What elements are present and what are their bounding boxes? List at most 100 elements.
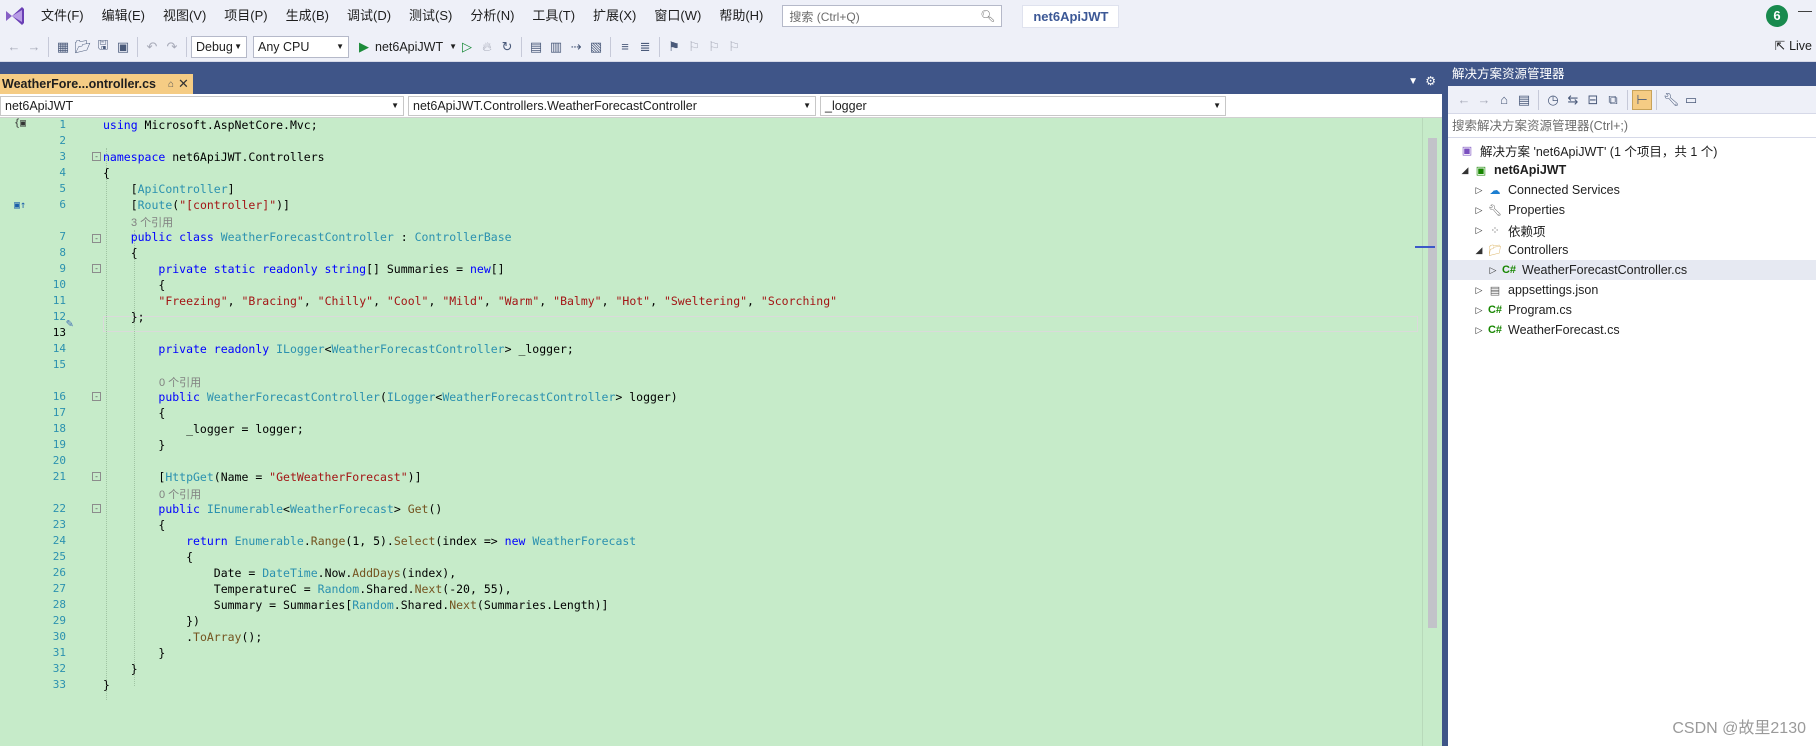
- menu-file[interactable]: 文件(F): [32, 0, 93, 32]
- tree-item-connected-services[interactable]: ▷ ☁ Connected Services: [1448, 180, 1816, 200]
- preview-icon[interactable]: ▭: [1681, 90, 1701, 110]
- undo-icon[interactable]: ↶: [142, 37, 162, 57]
- configuration-select[interactable]: Debug ▼: [191, 35, 247, 58]
- sync-with-active-document-icon[interactable]: ⇆: [1563, 90, 1583, 110]
- quick-actions-icon[interactable]: ✎: [66, 316, 73, 330]
- expanded-icon[interactable]: ◢: [1458, 165, 1472, 176]
- tree-item-program[interactable]: ▷ C# Program.cs: [1448, 300, 1816, 320]
- global-search-input[interactable]: 搜索 (Ctrl+Q) 🔍︎: [782, 5, 1003, 27]
- editor-vertical-scrollbar[interactable]: [1415, 118, 1442, 746]
- member-dropdown[interactable]: _logger ▼: [820, 95, 1226, 116]
- collapse-toggle[interactable]: -: [92, 472, 101, 481]
- menu-view[interactable]: 视图(V): [154, 0, 215, 32]
- tree-view-icon[interactable]: ⊢: [1632, 89, 1652, 110]
- menu-debug[interactable]: 调试(D): [338, 0, 400, 32]
- menu-project[interactable]: 项目(P): [215, 0, 276, 32]
- refresh-icon[interactable]: ↻: [497, 37, 517, 57]
- next-bookmark-icon[interactable]: ⚐: [704, 37, 724, 57]
- layout-icon[interactable]: ▥: [546, 37, 566, 57]
- codelens-reference-count[interactable]: 0 个引用: [159, 486, 201, 502]
- collapse-toggle[interactable]: -: [92, 234, 101, 243]
- close-icon[interactable]: ✕: [178, 76, 189, 92]
- start-debugging-button[interactable]: ▶ net6ApiJWT ▼: [359, 39, 457, 55]
- chevron-right-icon[interactable]: ▷: [1472, 205, 1486, 216]
- gear-icon[interactable]: ⚙: [1425, 74, 1436, 88]
- minimize-button[interactable]: —: [1798, 2, 1812, 18]
- save-all-icon[interactable]: ▣: [113, 37, 133, 57]
- live-share-button[interactable]: ⇱ Live: [1775, 38, 1812, 54]
- notification-badge[interactable]: 6: [1766, 5, 1788, 27]
- menu-extensions[interactable]: 扩展(X): [584, 0, 645, 32]
- tree-item-properties[interactable]: ▷ 🔧︎ Properties: [1448, 200, 1816, 220]
- collapse-toggle[interactable]: -: [92, 264, 101, 273]
- forward-icon[interactable]: →: [1474, 90, 1494, 110]
- step-icon[interactable]: ⇢: [566, 37, 586, 57]
- redo-icon[interactable]: ↷: [162, 37, 182, 57]
- show-all-files-icon[interactable]: ⧉: [1603, 90, 1623, 110]
- menu-edit[interactable]: 编辑(E): [93, 0, 154, 32]
- open-folder-icon[interactable]: 📂︎: [73, 37, 93, 57]
- code-editor[interactable]: {▣ ▣↑ ✎ - - - - - - 1 2 3 4 5 6 7 8 9 10…: [0, 118, 1422, 746]
- new-project-icon[interactable]: ▦: [53, 37, 73, 57]
- toolbar-divider: [186, 36, 187, 57]
- chevron-right-icon[interactable]: ▷: [1486, 265, 1500, 276]
- menu-bar: 文件(F) 编辑(E) 视图(V) 项目(P) 生成(B) 调试(D) 测试(S…: [0, 0, 1816, 32]
- tree-item-project[interactable]: ◢ ▣ net6ApiJWT: [1448, 160, 1816, 180]
- switch-views-icon[interactable]: ▤: [1514, 90, 1534, 110]
- chevron-right-icon[interactable]: ▷: [1472, 285, 1486, 296]
- codelens-reference-count[interactable]: 0 个引用: [159, 374, 201, 390]
- menu-analyze[interactable]: 分析(N): [461, 0, 523, 32]
- tab-weatherforecastcontroller[interactable]: WeatherFore...ontroller.cs ⌂ ✕: [0, 74, 193, 94]
- bookmark-icon[interactable]: ⚑: [664, 37, 684, 57]
- pin-icon[interactable]: ⌂: [168, 79, 174, 90]
- pending-changes-filter-icon[interactable]: ◷: [1543, 90, 1563, 110]
- previous-bookmark-icon[interactable]: ⚐: [684, 37, 704, 57]
- find-icon[interactable]: ▧: [586, 37, 606, 57]
- menu-tools[interactable]: 工具(T): [523, 0, 584, 32]
- tree-item-weatherforecastcontroller[interactable]: ▷ C# WeatherForecastController.cs: [1448, 260, 1816, 280]
- collapse-toggle[interactable]: -: [92, 504, 101, 513]
- save-icon[interactable]: 🖫: [93, 37, 113, 57]
- platform-select[interactable]: Any CPU ▼: [253, 35, 349, 58]
- collapse-all-icon[interactable]: ⊟: [1583, 90, 1603, 110]
- hot-reload-icon[interactable]: 🔥︎: [477, 37, 497, 57]
- properties-wrench-icon[interactable]: 🔧︎: [1661, 90, 1681, 110]
- menu-build[interactable]: 生成(B): [277, 0, 338, 32]
- navigate-back-icon[interactable]: ←: [4, 37, 24, 57]
- solution-icon: ▣: [1461, 144, 1473, 157]
- tree-item-controllers[interactable]: ◢ 📁︎ Controllers: [1448, 240, 1816, 260]
- project-dropdown-value: net6ApiJWT: [5, 98, 74, 113]
- uncomment-icon[interactable]: ≣: [635, 37, 655, 57]
- menu-test[interactable]: 测试(S): [400, 0, 461, 32]
- menu-help[interactable]: 帮助(H): [710, 0, 772, 32]
- chevron-down-icon[interactable]: ▼: [1408, 76, 1418, 87]
- collapse-toggle[interactable]: -: [92, 152, 101, 161]
- codelens-reference-count[interactable]: 3 个引用: [131, 214, 173, 230]
- project-dropdown[interactable]: net6ApiJWT ▼: [0, 95, 404, 116]
- tree-item-appsettings[interactable]: ▷ ▤ appsettings.json: [1448, 280, 1816, 300]
- clear-bookmarks-icon[interactable]: ⚐: [724, 37, 744, 57]
- tree-item-dependencies[interactable]: ▷ ⁘ 依赖项: [1448, 220, 1816, 240]
- browser-link-icon[interactable]: ▤: [526, 37, 546, 57]
- collapse-toggle[interactable]: -: [92, 392, 101, 401]
- solution-explorer-search-input[interactable]: 搜索解决方案资源管理器(Ctrl+;): [1448, 114, 1816, 138]
- chevron-right-icon[interactable]: ▷: [1472, 305, 1486, 316]
- scrollbar-thumb[interactable]: [1428, 138, 1437, 628]
- menu-window[interactable]: 窗口(W): [645, 0, 710, 32]
- navigate-forward-icon[interactable]: →: [24, 37, 44, 57]
- chevron-right-icon[interactable]: ▷: [1472, 185, 1486, 196]
- implementation-glyph-icon[interactable]: ▣↑: [14, 200, 26, 211]
- class-dropdown[interactable]: net6ApiJWT.Controllers.WeatherForecastCo…: [408, 95, 816, 116]
- home-icon[interactable]: ⌂: [1494, 90, 1514, 110]
- chevron-right-icon[interactable]: ▷: [1472, 225, 1486, 236]
- comment-icon[interactable]: ≡: [615, 37, 635, 57]
- back-icon[interactable]: ←: [1454, 90, 1474, 110]
- tree-item-weatherforecast[interactable]: ▷ C# WeatherForecast.cs: [1448, 320, 1816, 340]
- line-number: 22: [52, 502, 66, 515]
- start-without-debugging-icon[interactable]: ▷: [457, 37, 477, 57]
- chevron-right-icon[interactable]: ▷: [1472, 325, 1486, 336]
- code-line: [Route("[controller]")]: [103, 198, 290, 212]
- expanded-icon[interactable]: ◢: [1472, 245, 1486, 256]
- tree-item-solution[interactable]: ▣ 解决方案 'net6ApiJWT' (1 个项目，共 1 个): [1448, 140, 1816, 160]
- line-number: 8: [59, 246, 66, 259]
